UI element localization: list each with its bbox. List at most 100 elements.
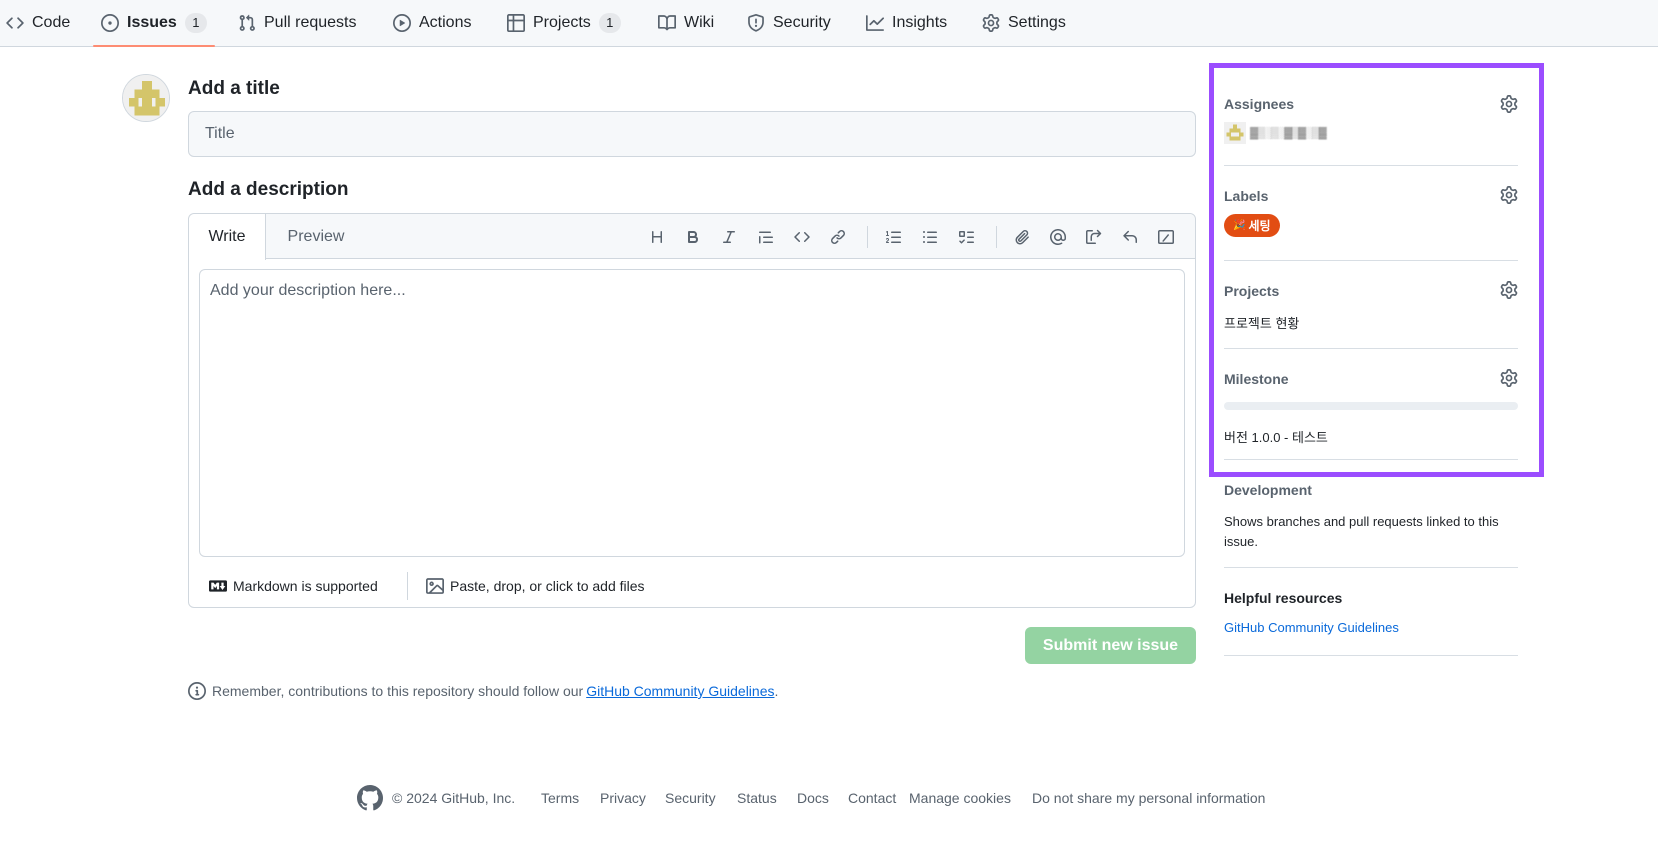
label-setting-badge[interactable]: 🎉 세팅	[1224, 214, 1280, 237]
title-input[interactable]	[188, 111, 1196, 157]
footer-contact-link[interactable]: Contact	[848, 790, 896, 806]
gear-icon	[982, 14, 1000, 32]
submit-new-issue-button[interactable]: Submit new issue	[1025, 627, 1196, 664]
issues-counter: 1	[184, 13, 207, 33]
label-text: 세팅	[1248, 219, 1271, 233]
add-files-label: Paste, drop, or click to add files	[450, 578, 645, 594]
nav-insights[interactable]: Insights	[866, 0, 947, 46]
footer-security-link[interactable]: Security	[665, 790, 716, 806]
labels-gear-icon[interactable]	[1500, 186, 1518, 204]
task-list-icon	[959, 231, 974, 244]
nav-projects[interactable]: Projects 1	[507, 0, 621, 46]
community-guidelines-link[interactable]: GitHub Community Guidelines	[586, 683, 774, 699]
resources-guidelines-link[interactable]: GitHub Community Guidelines	[1224, 620, 1399, 635]
toolbar-divider	[996, 226, 997, 248]
label-emoji: 🎉	[1233, 220, 1246, 231]
remember-period: .	[774, 683, 779, 699]
footer-privacy-link[interactable]: Privacy	[600, 790, 646, 806]
footer-status-link[interactable]: Status	[737, 790, 777, 806]
identicon	[123, 75, 169, 121]
assignee-avatar	[1224, 122, 1246, 144]
nav-security[interactable]: Security	[747, 0, 831, 46]
slash-command-button[interactable]	[1154, 225, 1178, 249]
milestone-gear-icon[interactable]	[1500, 369, 1518, 387]
nav-code[interactable]: Code	[6, 0, 70, 46]
italic-icon	[723, 231, 735, 243]
italic-button[interactable]	[717, 225, 741, 249]
add-files-button[interactable]: Paste, drop, or click to add files	[426, 577, 645, 595]
bold-button[interactable]	[681, 225, 705, 249]
graph-icon	[866, 15, 884, 31]
tab-write[interactable]: Write	[189, 214, 266, 260]
title-heading: Add a title	[188, 78, 280, 99]
reply-button[interactable]	[1118, 225, 1142, 249]
description-editor: Write Preview Add your description here.…	[188, 213, 1196, 608]
milestone-progress-bar	[1224, 402, 1518, 410]
milestone-name[interactable]: 버전 1.0.0 - 테스트	[1224, 427, 1328, 446]
footer-divider	[407, 572, 408, 600]
reference-button[interactable]	[1082, 225, 1106, 249]
link-icon	[830, 229, 846, 245]
mention-button[interactable]	[1046, 225, 1070, 249]
nav-pull-requests[interactable]: Pull requests	[238, 0, 357, 46]
link-button[interactable]	[826, 225, 850, 249]
unordered-list-icon	[923, 231, 937, 243]
development-heading: Development	[1224, 482, 1312, 498]
project-name[interactable]: 프로젝트 현황	[1224, 313, 1299, 332]
remember-text: Remember, contributions to this reposito…	[212, 683, 584, 699]
image-icon	[426, 578, 444, 594]
attach-icon	[1015, 230, 1029, 245]
footer-do-not-share-link[interactable]: Do not share my personal information	[1032, 790, 1265, 806]
attach-button[interactable]	[1010, 225, 1034, 249]
editor-footer: Markdown is supported Paste, drop, or cl…	[189, 564, 1195, 608]
markdown-icon	[209, 580, 227, 592]
book-icon	[658, 15, 676, 31]
toolbar-divider	[867, 226, 868, 248]
unordered-list-button[interactable]	[918, 225, 942, 249]
reply-icon	[1123, 230, 1137, 243]
table-icon	[507, 14, 525, 32]
quote-button[interactable]	[754, 225, 778, 249]
ordered-list-icon	[886, 231, 901, 243]
avatar	[122, 74, 170, 122]
footer-docs-link[interactable]: Docs	[797, 790, 829, 806]
repo-nav: Code Issues 1 Pull requests Actions Proj…	[0, 0, 1658, 47]
development-section: Development Shows branches and pull requ…	[1224, 460, 1518, 568]
nav-issues[interactable]: Issues 1	[93, 0, 215, 47]
resources-heading: Helpful resources	[1224, 590, 1343, 606]
editor-toolbar: Write Preview	[189, 214, 1195, 260]
contribution-reminder: Remember, contributions to this reposito…	[188, 682, 778, 700]
nav-projects-label: Projects	[533, 14, 591, 31]
helpful-resources-section: Helpful resources GitHub Community Guide…	[1224, 568, 1518, 656]
assignee-name: ▓▒░▒░▓▒▓░▒▓	[1250, 127, 1327, 139]
nav-settings-label: Settings	[1008, 14, 1066, 31]
github-logo-icon[interactable]	[357, 785, 383, 811]
description-textarea[interactable]	[199, 269, 1185, 557]
code-button[interactable]	[790, 225, 814, 249]
ordered-list-button[interactable]	[882, 225, 906, 249]
development-text: Shows branches and pull requests linked …	[1224, 514, 1499, 549]
issue-opened-icon	[101, 14, 119, 32]
footer-terms-link[interactable]: Terms	[541, 790, 579, 806]
nav-insights-label: Insights	[892, 14, 948, 31]
nav-actions[interactable]: Actions	[393, 0, 471, 46]
assignees-gear-icon[interactable]	[1500, 95, 1518, 113]
assignee-item[interactable]: ▓▒░▒░▓▒▓░▒▓	[1224, 122, 1327, 144]
nav-wiki[interactable]: Wiki	[658, 0, 714, 46]
page-footer: © 2024 GitHub, Inc. Terms Privacy Securi…	[0, 780, 1658, 816]
markdown-note[interactable]: Markdown is supported	[209, 577, 378, 595]
projects-section: Projects 프로젝트 현황	[1224, 261, 1518, 349]
task-list-button[interactable]	[954, 225, 978, 249]
projects-gear-icon[interactable]	[1500, 281, 1518, 299]
tab-preview[interactable]: Preview	[266, 214, 366, 260]
code-icon	[6, 17, 24, 29]
play-icon	[393, 14, 411, 32]
nav-pull-requests-label: Pull requests	[264, 14, 357, 31]
heading-button[interactable]	[645, 225, 669, 249]
slash-command-icon	[1158, 230, 1174, 244]
footer-manage-cookies-link[interactable]: Manage cookies	[909, 790, 1011, 806]
mention-icon	[1050, 229, 1066, 245]
heading-icon	[652, 231, 662, 243]
bold-icon	[688, 231, 699, 243]
nav-settings[interactable]: Settings	[982, 0, 1066, 46]
